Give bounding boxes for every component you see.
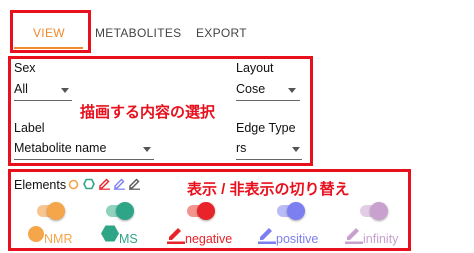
layout-underline [236, 100, 300, 101]
edge-type-chevron-down-icon [292, 147, 300, 152]
edge-type-label: Edge Type [236, 121, 296, 135]
ms-legend-label: MS [119, 232, 138, 246]
pencil-icon [99, 178, 110, 190]
sex-chevron-down-icon [61, 88, 69, 93]
ms-hexagon-icon [101, 225, 119, 242]
tab-export[interactable]: EXPORT [196, 26, 247, 40]
hexagon-icon [83, 178, 95, 190]
negative-legend-label: negative [185, 232, 233, 246]
edge-type-value: rs [236, 141, 247, 155]
negative-toggle-knob [197, 202, 215, 220]
positive-legend-label: positive [276, 232, 319, 246]
layout-value: Cose [236, 82, 266, 96]
node-label-chevron-down-icon [143, 147, 151, 152]
layout-chevron-down-icon [288, 88, 296, 93]
ms-toggle-knob [116, 202, 134, 220]
negative-pencil-icon [167, 228, 185, 244]
nmr-toggle-knob [47, 202, 65, 220]
sex-underline [14, 100, 72, 101]
node-label-label: Label [14, 121, 45, 135]
toggle-visibility-annotation: 表示 / 非表示の切り替え [187, 181, 350, 198]
layout-label: Layout [236, 61, 274, 75]
pencil-icon [129, 178, 140, 190]
node-label-value: Metabolite name [14, 141, 107, 155]
nmr-legend-label: NMR [44, 232, 73, 246]
circle-icon [68, 179, 79, 190]
infinity-pencil-icon [345, 228, 363, 244]
edge-type-underline [236, 159, 302, 160]
infinity-legend-label: infinity [363, 232, 399, 246]
tab-view[interactable]: VIEW [33, 26, 65, 40]
positive-pencil-icon [258, 228, 276, 244]
sex-label: Sex [14, 61, 36, 75]
pencil-icon [114, 178, 125, 190]
active-tab-indicator [14, 47, 83, 49]
positive-toggle-knob [287, 202, 305, 220]
nmr-circle-icon [28, 226, 44, 242]
sex-value: All [14, 82, 28, 96]
drawing-selection-annotation: 描画する内容の選択 [80, 104, 216, 121]
infinity-toggle-knob [370, 202, 388, 220]
node-label-underline [14, 159, 154, 160]
elements-title: Elements [14, 178, 67, 192]
tab-metabolites[interactable]: METABOLITES [95, 26, 181, 40]
